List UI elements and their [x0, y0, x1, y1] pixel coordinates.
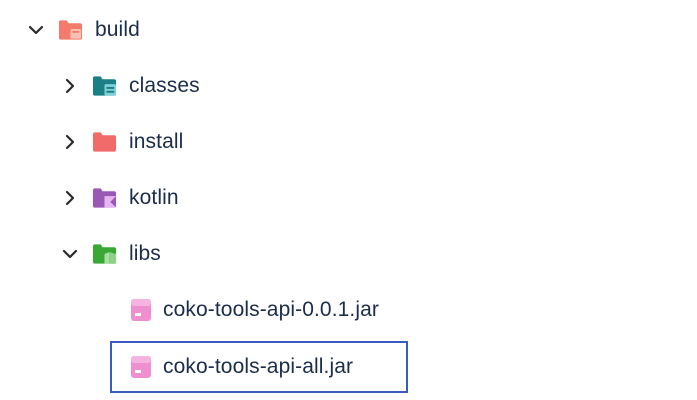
- folder-icon: [92, 130, 117, 155]
- tree-item-classes[interactable]: classes: [58, 64, 200, 108]
- file-tree: build classes install kotlin libs coko-t…: [0, 0, 697, 400]
- tree-item-install[interactable]: install: [58, 120, 183, 164]
- folder-open-icon: [58, 18, 83, 43]
- tree-item-file[interactable]: coko-tools-api-0.0.1.jar: [128, 288, 379, 332]
- tree-item-label: build: [95, 18, 140, 41]
- chevron-right-icon[interactable]: [58, 74, 82, 98]
- folder-libs-icon: [92, 242, 117, 267]
- tree-item-build[interactable]: build: [24, 8, 140, 52]
- tree-item-libs[interactable]: libs: [58, 232, 161, 276]
- tree-item-label: coko-tools-api-all.jar: [163, 355, 354, 378]
- folder-classes-icon: [92, 74, 117, 99]
- chevron-down-icon[interactable]: [24, 18, 48, 42]
- chevron-down-icon[interactable]: [58, 242, 82, 266]
- chevron-right-icon[interactable]: [58, 130, 82, 154]
- folder-kotlin-icon: [92, 186, 117, 211]
- jar-file-icon: [128, 355, 153, 380]
- tree-item-label: coko-tools-api-0.0.1.jar: [163, 298, 379, 321]
- tree-item-label: install: [129, 130, 184, 153]
- tree-item-kotlin[interactable]: kotlin: [58, 176, 179, 220]
- chevron-right-icon[interactable]: [58, 186, 82, 210]
- tree-item-file-selected[interactable]: coko-tools-api-all.jar: [110, 341, 408, 393]
- tree-item-label: classes: [129, 74, 200, 97]
- tree-item-label: kotlin: [129, 186, 179, 209]
- jar-file-icon: [128, 298, 153, 323]
- tree-item-label: libs: [129, 242, 161, 265]
